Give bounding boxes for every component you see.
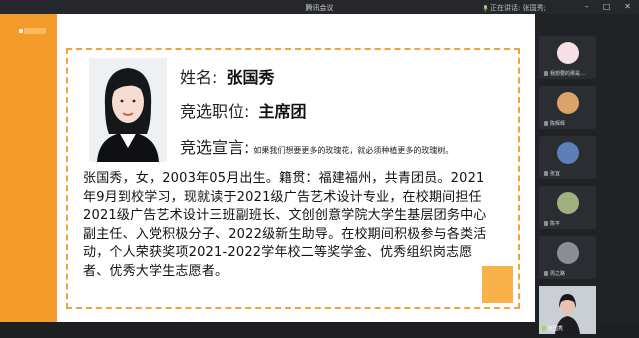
slide-logo-icon (19, 29, 23, 33)
participant-name: 陈辉辉 (550, 121, 566, 127)
speaking-indicator: 正在讲话: 张国秀; (483, 3, 546, 13)
participant-name: 陈平 (550, 221, 561, 227)
declaration-label: 竞选宣言: (180, 138, 250, 157)
participant-tile[interactable]: 陈辉辉 (539, 86, 596, 129)
position-label: 竞选职位: (180, 102, 250, 121)
participant-avatar (556, 42, 579, 64)
participant-avatar (556, 142, 579, 164)
self-name: 张国秀 (548, 326, 564, 332)
participant-name: 张宜 (550, 171, 561, 177)
participant-name: 我想要的那是… (550, 71, 586, 77)
candidate-bio: 张国秀，女，2003年05月出生。籍贯：福建福州，共青团员。2021年9月到校学… (83, 171, 487, 279)
participant-tile[interactable]: 周之路 (539, 236, 596, 279)
participant-tile[interactable]: 张宜 (539, 136, 596, 179)
mic-icon (542, 326, 546, 331)
slide-logo-text (24, 28, 46, 34)
self-video[interactable]: 张国秀 (539, 286, 596, 334)
participant-sidebar: 我想要的那是… 陈辉辉 张宜 陈平 周之路 张国秀 (535, 14, 639, 334)
slide-left-strip (0, 14, 57, 322)
maximize-button[interactable]: □ (603, 2, 611, 11)
minimize-button[interactable]: – (585, 2, 589, 11)
mic-muted-icon (544, 121, 548, 126)
candidate-photo (89, 58, 167, 162)
participant-avatar (556, 242, 579, 264)
declaration-row: 竞选宣言: 如果我们想要更多的玫瑰花，就必须种植更多的玫瑰树。 (180, 134, 453, 158)
mic-muted-icon (544, 221, 548, 226)
title-bar: 腾讯会议 正在讲话: 张国秀; – □ ✕ (0, 0, 639, 14)
position-row: 竞选职位: 主席团 (180, 98, 307, 122)
name-label: 姓名: (180, 68, 218, 87)
participant-avatar (556, 192, 579, 214)
participant-name: 周之路 (550, 271, 566, 277)
name-value: 张国秀 (226, 68, 275, 87)
mic-icon (483, 4, 488, 12)
speaking-text: 正在讲话: 张国秀; (490, 4, 546, 12)
window-controls: – □ ✕ (585, 2, 631, 11)
mic-muted-icon (544, 271, 548, 276)
mic-muted-icon (544, 171, 548, 176)
participant-avatar (556, 92, 579, 114)
name-row: 姓名: 张国秀 (180, 64, 275, 88)
mic-muted-icon (544, 71, 548, 76)
participant-tile[interactable]: 我想要的那是… (539, 36, 596, 79)
position-value: 主席团 (258, 102, 307, 121)
participant-tile[interactable]: 陈平 (539, 186, 596, 229)
close-button[interactable]: ✕ (624, 2, 631, 11)
declaration-value: 如果我们想要更多的玫瑰花，就必须种植更多的玫瑰树。 (253, 146, 454, 155)
shared-slide: 姓名: 张国秀 竞选职位: 主席团 竞选宣言: 如果我们想要更多的玫瑰花，就必须… (57, 14, 535, 322)
